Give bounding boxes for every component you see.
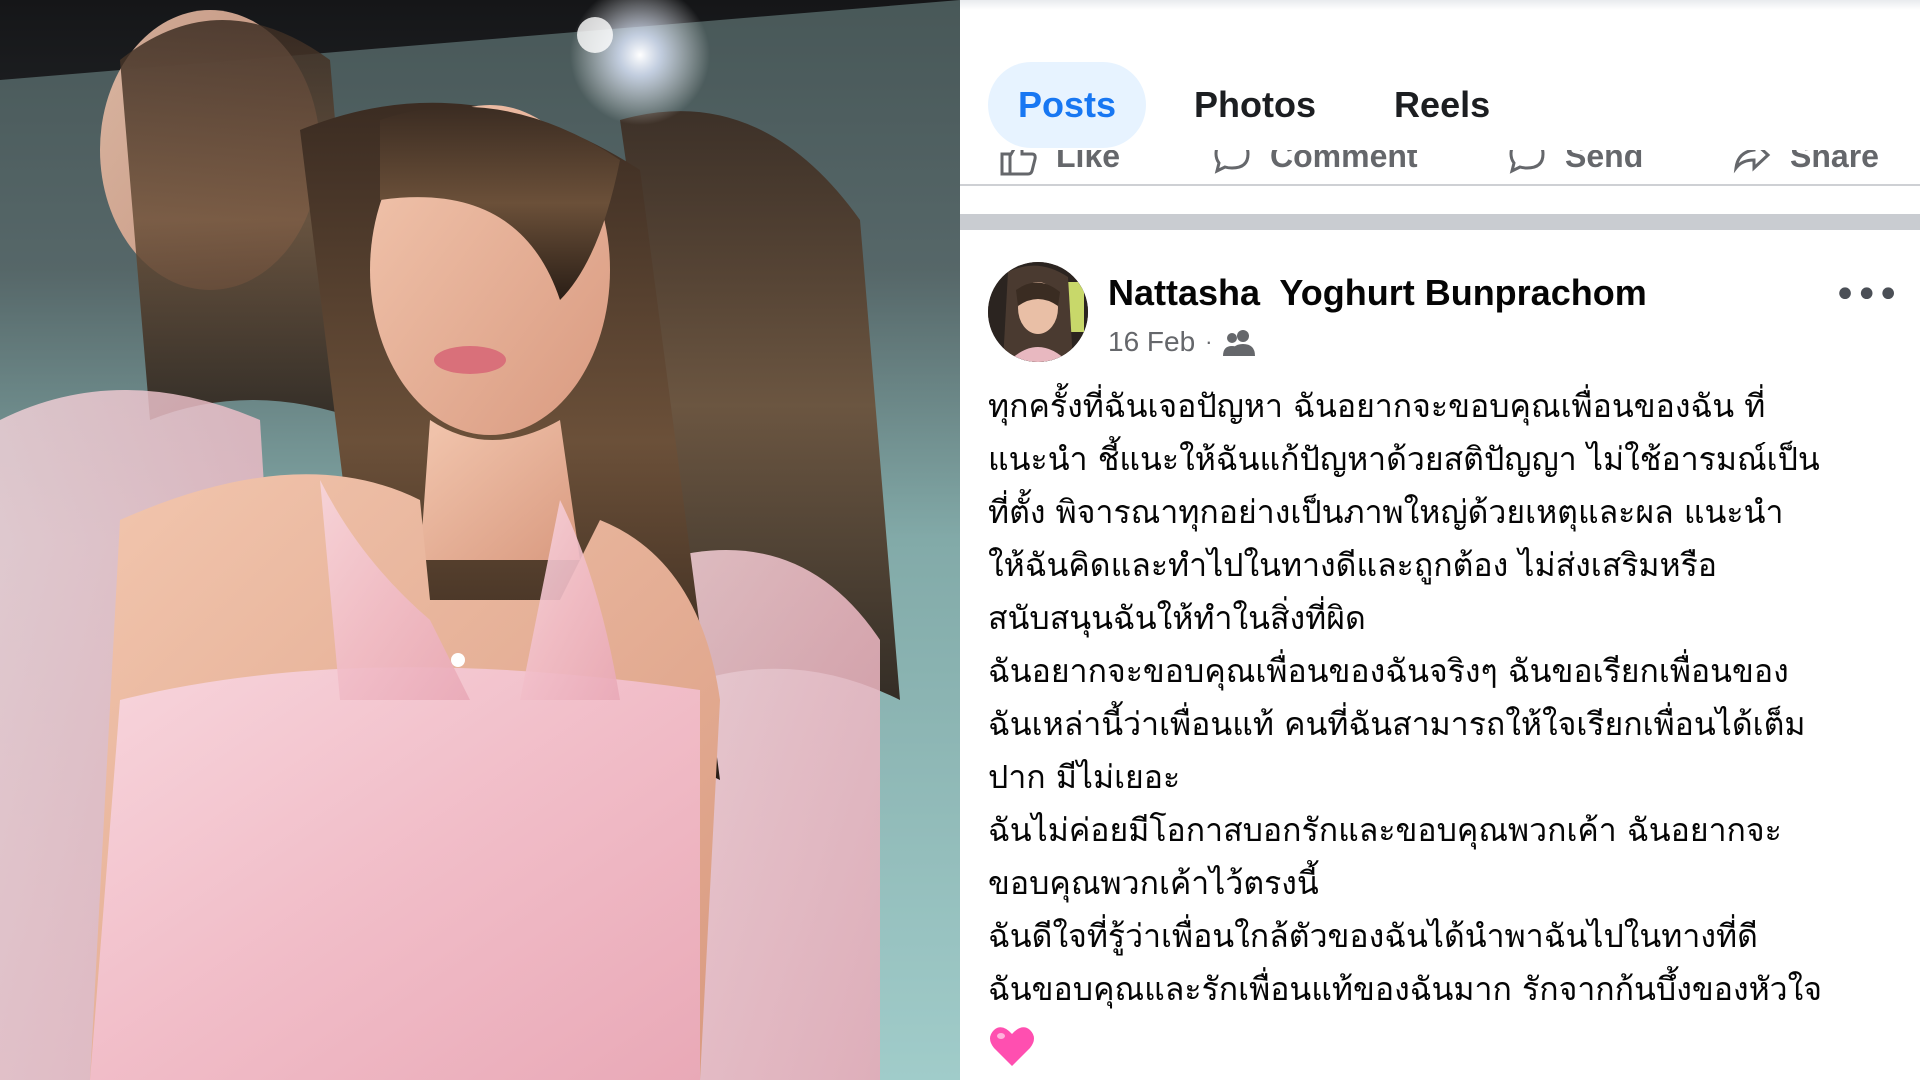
post-text: ทุกครั้งที่ฉันเจอปัญหา ฉันอยากจะขอบคุณเพ… <box>988 380 1893 1080</box>
comment-icon <box>1214 150 1250 174</box>
post-line: ฉันเหล่านี้ว่าเพื่อนแท้ คนที่ฉันสามารถให… <box>988 705 1806 743</box>
more-options-button[interactable]: ••• <box>1833 272 1900 318</box>
facebook-panel: Posts Photos Reels Like Comment Send Sha… <box>960 0 1920 1080</box>
feed-divider <box>960 214 1920 230</box>
avatar-image <box>988 262 1088 362</box>
top-edge <box>960 0 1920 10</box>
share-label: Share <box>1790 150 1879 174</box>
tab-posts[interactable]: Posts <box>988 62 1147 148</box>
like-icon <box>1000 150 1037 176</box>
profile-tabs: Posts Photos Reels <box>988 60 1520 150</box>
post-line: ฉันอยากจะขอบคุณเพื่อนของฉันจริงๆ ฉันขอเร… <box>988 652 1789 690</box>
send-button[interactable]: Send <box>1505 150 1643 178</box>
share-button[interactable]: Share <box>1730 150 1879 178</box>
post-meta: 16 Feb · <box>1108 326 1255 358</box>
post-line: ให้ฉันคิดและทำไปในทางดีและถูกต้อง ไม่ส่ง… <box>988 546 1717 584</box>
post-line: ฉันดีใจที่รู้ว่าเพื่อนใกล้ตัวของฉันได้นำ… <box>988 917 1758 955</box>
photo-image <box>0 0 960 1080</box>
post-line: ขอบคุณพวกเค้าไว้ตรงนี้ <box>988 864 1319 902</box>
tab-photos[interactable]: Photos <box>1164 62 1346 148</box>
post-line: ปาก มีไม่เยอะ <box>988 758 1181 796</box>
share-icon <box>1733 150 1771 174</box>
post-line: สนับสนุนฉันให้ทำในสิ่งที่ผิด <box>988 599 1366 637</box>
like-label: Like <box>1056 150 1121 174</box>
post-author[interactable]: Nattasha Yoghurt Bunprachom <box>1108 272 1647 314</box>
meta-separator: · <box>1205 329 1213 354</box>
friends-icon <box>1222 330 1255 356</box>
tab-reels[interactable]: Reels <box>1364 62 1520 148</box>
post-line: ฉันไม่ค่อยมีโอกาสบอกรักและขอบคุณพวกเค้า … <box>988 811 1782 849</box>
pink-heart-icon <box>990 1027 1034 1066</box>
comment-label: Comment <box>1270 150 1418 174</box>
post-action-bar: Like Comment Send Share <box>960 150 1920 186</box>
post-line: ทุกครั้งที่ฉันเจอปัญหา ฉันอยากจะขอบคุณเพ… <box>988 387 1766 425</box>
comment-button[interactable]: Comment <box>1210 150 1418 178</box>
send-icon <box>1509 150 1545 174</box>
profile-photo <box>0 0 960 1080</box>
screenshot-root: Posts Photos Reels Like Comment Send Sha… <box>0 0 1920 1080</box>
like-button[interactable]: Like <box>996 150 1120 178</box>
post-header: Nattasha Yoghurt Bunprachom 16 Feb · ••• <box>988 262 1900 362</box>
post-line: ที่ตั้ง พิจารณาทุกอย่างเป็นภาพใหญ่ด้วยเห… <box>988 493 1784 531</box>
send-label: Send <box>1565 150 1644 174</box>
avatar[interactable] <box>988 262 1088 362</box>
post-line: ฉันขอบคุณและรักเพื่อนแท้ของฉันมาก รักจาก… <box>988 970 1822 1008</box>
post-line: แนะนำ ชี้แนะให้ฉันแก้ปัญหาด้วยสติปัญญา ไ… <box>988 440 1820 478</box>
post-date[interactable]: 16 Feb <box>1108 326 1195 358</box>
